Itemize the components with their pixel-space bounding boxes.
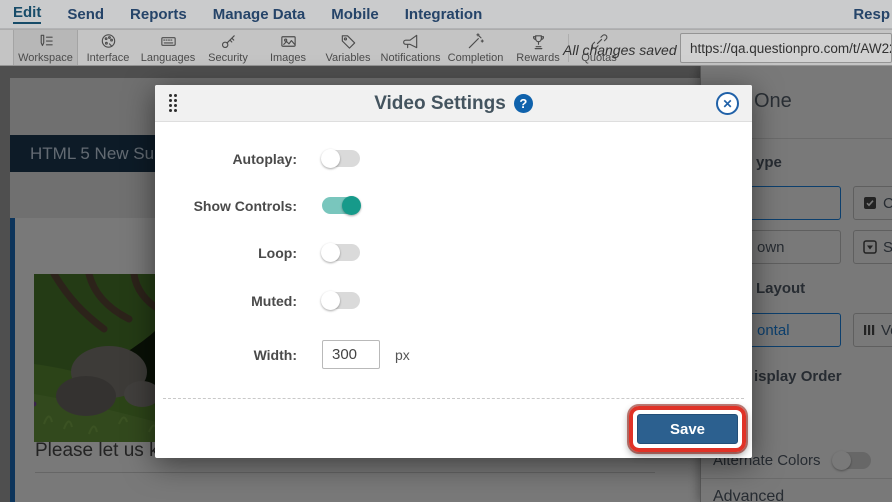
- help-icon[interactable]: ?: [513, 94, 533, 113]
- footer-separator: [163, 398, 744, 399]
- width-unit-label: px: [395, 347, 410, 363]
- questionpro-editor: HTML 5 New Surve Please let us kno One y…: [0, 0, 892, 502]
- loop-label: Loop:: [258, 245, 297, 261]
- show-controls-toggle[interactable]: [322, 196, 361, 215]
- loop-toggle[interactable]: [321, 243, 360, 262]
- muted-toggle[interactable]: [321, 291, 360, 310]
- autoplay-toggle[interactable]: [321, 149, 360, 168]
- width-input[interactable]: [322, 340, 380, 369]
- close-icon[interactable]: ✕: [716, 92, 739, 115]
- autoplay-label: Autoplay:: [232, 151, 297, 167]
- save-highlight-annotation: Save: [629, 406, 746, 452]
- muted-label: Muted:: [251, 293, 297, 309]
- save-button[interactable]: Save: [637, 414, 738, 444]
- modal-header: Video Settings ? ✕: [155, 85, 752, 122]
- modal-title: Video Settings: [374, 92, 506, 114]
- show-controls-label: Show Controls:: [193, 198, 297, 214]
- video-settings-modal: Video Settings ? ✕ Autoplay: Show Contro…: [155, 85, 752, 458]
- width-label: Width:: [253, 347, 297, 363]
